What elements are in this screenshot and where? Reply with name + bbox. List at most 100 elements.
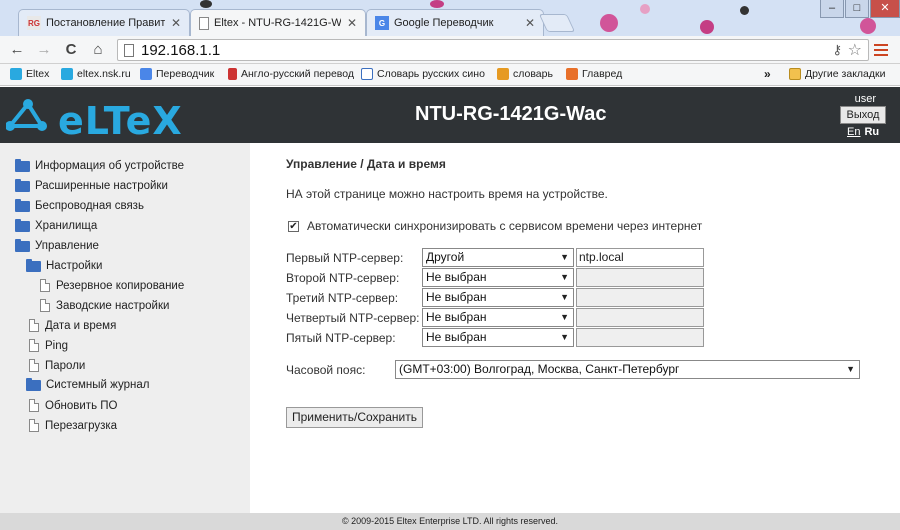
sidebar-item-advanced[interactable]: Расширенные настройки [15,178,168,192]
close-icon[interactable]: ✕ [171,16,181,30]
timezone-label: Часовой пояс: [286,363,366,377]
folder-icon [789,68,801,80]
auto-sync-checkbox[interactable]: ✔ [288,220,299,232]
folder-icon [15,158,30,172]
bookmark-dictionary[interactable]: словарь [497,68,553,80]
folder-icon [15,198,30,212]
page-icon [29,359,39,372]
sidebar-item-syslog[interactable]: Системный журнал [26,377,150,391]
decoration-flower [640,4,650,14]
sidebar-item-label: Информация об устройстве [35,160,185,172]
sidebar-item-label: Заводские настройки [56,299,170,312]
eltex-logo-icon [5,99,47,131]
sidebar-item-wireless[interactable]: Беспроводная связь [15,198,144,212]
chart-icon [497,68,509,80]
tab-title: Eltex - NTU-RG-1421G-Wac [214,17,341,29]
ntp-server-5-select[interactable]: Не выбран ▼ [422,328,574,347]
ntp-server-4-select[interactable]: Не выбран ▼ [422,308,574,327]
book-icon [361,68,373,80]
browser-tab[interactable]: RG Постановление Правитель ✕ [18,9,190,36]
bookmark-glavred[interactable]: Главред [566,68,622,80]
page-header: eLTeX NTU-RG-1421G-Wac user Выход En Ru [0,87,900,143]
ntp-server-1-input[interactable]: ntp.local [576,248,704,267]
close-icon[interactable]: ✕ [525,16,535,30]
home-icon[interactable]: ⌂ [89,41,107,59]
new-tab-button[interactable] [538,14,576,32]
sidebar-item-label: Ping [45,339,69,352]
other-bookmarks[interactable]: Другие закладки [789,68,885,80]
check-icon [566,68,578,80]
sidebar-item-device-info[interactable]: Информация об устройстве [15,158,185,172]
ntp-server-4-input [576,308,704,327]
folder-icon [15,178,30,192]
sidebar-item-reboot[interactable]: Перезагрузка [29,419,117,432]
dropdown-arrow-icon: ▼ [846,364,855,374]
bookmark-label: словарь [513,68,553,80]
sidebar-item-backup[interactable]: Резервное копирование [40,279,184,292]
sidebar-item-firmware-update[interactable]: Обновить ПО [29,399,117,412]
sidebar-item-label: Расширенные настройки [35,180,168,192]
logout-button[interactable]: Выход [840,106,886,124]
sidebar-item-management[interactable]: Управление [15,238,99,252]
star-icon[interactable]: ☆ [848,40,862,60]
sidebar-item-label: Системный журнал [46,379,150,391]
ntp-server-3-select[interactable]: Не выбран ▼ [422,288,574,307]
lang-en-link[interactable]: En [847,126,860,138]
reload-icon[interactable]: C [62,41,80,59]
forward-icon[interactable]: → [35,41,53,59]
sidebar-item-storage[interactable]: Хранилища [15,218,97,232]
bookmark-eltex[interactable]: Eltex [10,68,49,80]
decoration-flower [860,18,876,34]
decoration-flower [430,0,444,8]
minimize-icon[interactable]: – [820,0,844,18]
sidebar-item-ping[interactable]: Ping [29,339,68,352]
ntp-server-2-selected: Не выбран [426,270,487,284]
ntp-server-1-selected: Другой [426,250,465,264]
timezone-selected: (GMT+03:00) Волгоград, Москва, Санкт-Пет… [399,362,680,376]
tab-title: Google Переводчик [394,17,494,29]
sidebar-item-date-time[interactable]: Дата и время [29,319,116,332]
dropdown-arrow-icon: ▼ [560,292,569,302]
main-content: Управление / Дата и время НА этой страни… [250,143,900,513]
page-icon [40,279,50,292]
bookmark-en-ru[interactable]: Англо-русский перевод [228,68,354,80]
close-icon[interactable]: ✕ [347,16,357,30]
browser-tab-active[interactable]: Eltex - NTU-RG-1421G-Wac ✕ [190,9,366,36]
timezone-select[interactable]: (GMT+03:00) Волгоград, Москва, Санкт-Пет… [395,360,860,379]
ntp-server-2-select[interactable]: Не выбран ▼ [422,268,574,287]
bookmark-synonyms[interactable]: Словарь русских сино [361,68,485,80]
sidebar-item-passwords[interactable]: Пароли [29,359,85,372]
browser-tab[interactable]: G Google Переводчик ✕ [366,9,544,36]
maximize-icon[interactable]: □ [845,0,869,18]
decoration-flower [740,6,749,15]
bookmarks-bar: Eltex eltex.nsk.ru Переводчик Англо-русс… [0,64,900,86]
more-bookmarks-icon[interactable]: » [764,67,771,81]
key-icon[interactable]: ⚷ [832,42,842,58]
sidebar-item-factory-reset[interactable]: Заводские настройки [40,299,169,312]
apply-save-button[interactable]: Применить/Сохранить [286,407,423,428]
folder-icon [26,377,41,391]
close-window-icon[interactable]: ✕ [870,0,900,18]
page-icon [40,299,50,312]
sidebar-item-settings[interactable]: Настройки [26,258,102,272]
dropdown-arrow-icon: ▼ [560,272,569,282]
browser-menu-button[interactable] [874,44,888,59]
tab-title: Постановление Правитель [46,17,165,29]
page-favicon-icon [199,16,209,30]
back-icon[interactable]: ← [8,41,26,59]
lang-ru-link[interactable]: Ru [864,126,879,138]
bookmark-label: Другие закладки [805,68,886,80]
ntp-server-1-label: Первый NTP-сервер: [286,251,404,265]
page-description: НА этой странице можно настроить время н… [286,187,608,201]
bookmark-eltex-nsk[interactable]: eltex.nsk.ru [61,68,131,80]
ntp-server-1-select[interactable]: Другой ▼ [422,248,574,267]
bookmark-label: Главред [582,68,623,80]
bookmark-label: eltex.nsk.ru [77,68,131,80]
bookmark-label: Eltex [26,68,50,80]
bookmark-translator[interactable]: Переводчик [140,68,214,80]
sidebar-item-label: Перезагрузка [45,419,118,432]
address-bar[interactable]: 192.168.1.1 ⚷ ☆ [117,39,869,61]
eltex-icon [61,68,73,80]
device-model-title: NTU-RG-1421G-Wac [415,103,607,125]
auto-sync-label: Автоматически синхронизировать с сервисо… [307,219,703,233]
